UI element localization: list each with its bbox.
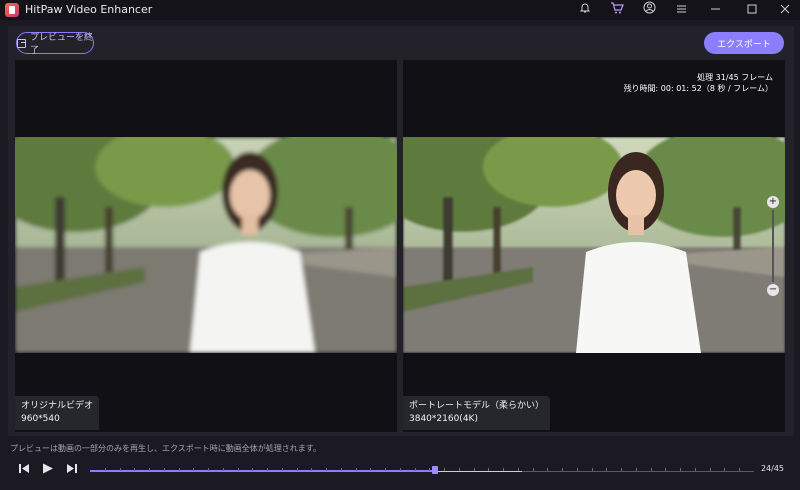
menu-icon[interactable] [672,1,690,19]
original-video-frame [15,137,397,353]
timeline-tick [267,468,269,471]
timeline-tick [399,468,401,471]
enhanced-caption: ポートレートモデル（柔らかい） 3840*2160(4K) [403,396,551,430]
remaining-time-text: 残り時間: 00: 01: 52（8 秒 / フレーム） [623,84,773,93]
timeline-tick [104,468,106,471]
timeline-tick [340,468,342,471]
timeline-tick [724,468,726,471]
timeline-tick [311,468,313,471]
zoom-control[interactable]: + − [766,196,780,296]
close-icon[interactable] [776,1,794,19]
timeline-tick [488,468,490,471]
timeline-tick [709,468,711,471]
timeline-tick [296,468,298,471]
timeline-tick [326,468,328,471]
previous-frame-icon[interactable] [18,463,30,477]
exit-preview-label: プレビューを終了 [30,33,94,56]
cart-icon[interactable] [608,1,626,19]
timeline-tick [208,468,210,471]
enhanced-video-frame [403,137,785,353]
zoom-in-icon[interactable]: + [767,196,779,208]
enhanced-resolution: 3840*2160(4K) [409,414,478,424]
frame-counter: 24/45 [760,464,784,473]
timeline-tick [119,468,121,471]
timeline-tick [385,468,387,471]
timeline-tick [576,468,578,471]
original-label: オリジナルビデオ [21,401,94,411]
timeline-tick [237,468,239,471]
timeline-tick [532,468,534,471]
timeline-tick [547,468,549,471]
timeline-tick [163,468,165,471]
preview-note: プレビューは動画の一部分のみを再生し、エクスポート時に動画全体が処理されます。 [10,444,321,453]
minimize-icon[interactable] [706,1,724,19]
original-video-panel: オリジナルビデオ 960*540 [15,60,397,432]
timeline-tick [149,468,151,471]
timeline-tick [193,468,195,471]
timeline-tick [222,468,224,471]
processing-info: 処理 31/45 フレーム 残り時間: 00: 01: 52（8 秒 / フレー… [624,72,773,94]
timeline-tick [694,468,696,471]
timeline-tick [458,468,460,471]
timeline-tick [621,468,623,471]
playback-controls: 24/45 [0,457,800,481]
timeline-tick [739,468,741,471]
title-bar: HitPaw Video Enhancer [0,0,800,20]
timeline-tick [252,468,254,471]
zoom-slider[interactable] [772,210,774,282]
timeline-tick [178,468,180,471]
timeline-tick [665,468,667,471]
timeline-tick [562,468,564,471]
timeline-thumb[interactable] [432,466,439,474]
timeline-tick [355,468,357,471]
app-title: HitPaw Video Enhancer [25,3,153,16]
exit-icon [17,38,26,48]
processing-text: 処理 31/45 フレーム [697,73,773,82]
account-icon[interactable] [640,1,658,19]
enhanced-video-panel: 処理 31/45 フレーム 残り時間: 00: 01: 52（8 秒 / フレー… [403,60,785,432]
timeline-tick [650,468,652,471]
timeline-tick [414,468,416,471]
timeline-tick [473,468,475,471]
timeline-tick [503,468,505,471]
enhanced-label: ポートレートモデル（柔らかい） [409,401,545,411]
timeline-tick [680,468,682,471]
timeline-tick [370,468,372,471]
export-button[interactable]: エクスポート [704,32,784,54]
bell-icon[interactable] [576,1,594,19]
timeline-slider[interactable] [90,466,754,475]
app-logo-icon [5,3,19,17]
exit-preview-button[interactable]: プレビューを終了 [16,32,94,56]
maximize-icon[interactable] [743,1,761,19]
play-icon[interactable] [42,463,54,477]
timeline-tick [635,468,637,471]
original-resolution: 960*540 [21,414,60,424]
timeline-tick [444,468,446,471]
next-frame-icon[interactable] [66,463,78,477]
timeline-tick [429,468,431,471]
timeline-played [90,470,436,472]
original-caption: オリジナルビデオ 960*540 [15,396,100,430]
timeline-tick [606,468,608,471]
timeline-tick [134,468,136,471]
timeline-tick [517,468,519,471]
zoom-out-icon[interactable]: − [767,284,779,296]
timeline-tick [281,468,283,471]
timeline-tick [591,468,593,471]
